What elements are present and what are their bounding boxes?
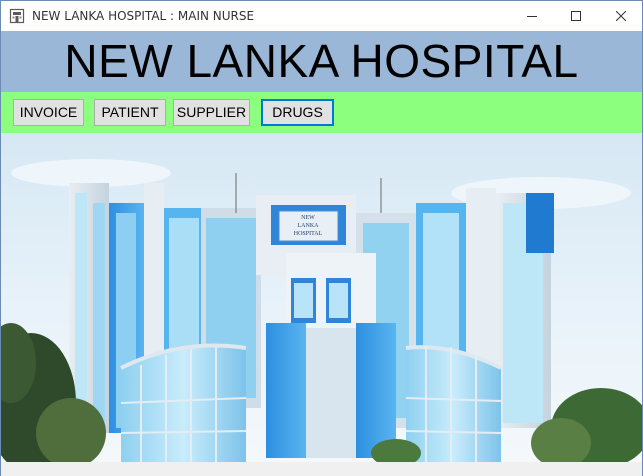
building-sign-line2: LANKA	[298, 223, 320, 229]
drugs-button[interactable]: DRUGS	[261, 99, 334, 126]
maximize-button[interactable]	[553, 1, 599, 31]
minimize-button[interactable]	[509, 1, 555, 31]
minimize-icon	[527, 16, 537, 17]
nav-toolbar: INVOICE PATIENT SUPPLIER DRUGS	[1, 92, 642, 133]
building-sign-line1: NEW	[301, 215, 315, 221]
window-title: NEW LANKA HOSPITAL : MAIN NURSE	[32, 9, 255, 23]
window-bottom-edge	[1, 462, 642, 476]
app-window: NEW LANKA HOSPITAL : MAIN NURSE NEW LANK…	[0, 0, 643, 476]
close-button[interactable]	[598, 1, 643, 31]
supplier-button[interactable]: SUPPLIER	[173, 99, 250, 126]
hospital-app-icon	[9, 8, 25, 24]
maximize-icon	[571, 11, 581, 21]
patient-button[interactable]: PATIENT	[94, 99, 166, 126]
hospital-building-image: NEW LANKA HOSPITAL	[1, 133, 642, 462]
title-bar[interactable]: NEW LANKA HOSPITAL : MAIN NURSE	[1, 1, 642, 31]
building-sign-line3: HOSPITAL	[294, 231, 323, 237]
hospital-title: NEW LANKA HOSPITAL	[64, 35, 579, 87]
header-banner: NEW LANKA HOSPITAL	[1, 31, 642, 92]
invoice-button[interactable]: INVOICE	[13, 99, 84, 126]
close-icon	[616, 11, 626, 21]
